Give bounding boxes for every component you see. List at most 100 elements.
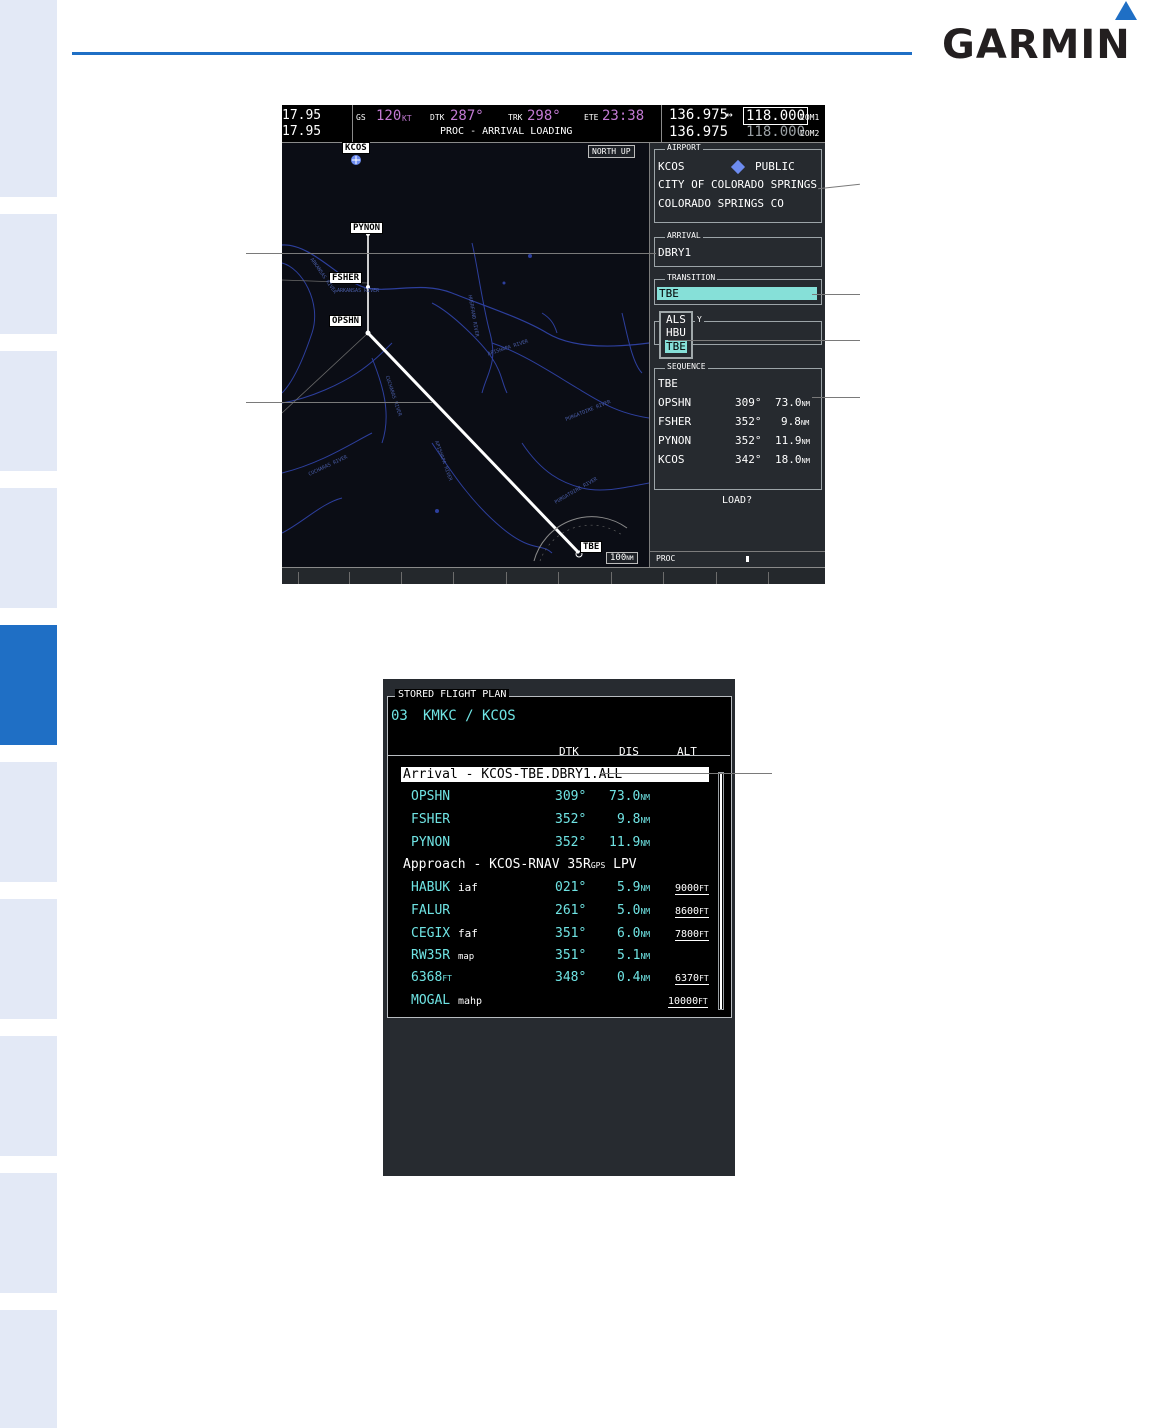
gs-unit: KT [402, 114, 412, 123]
range-unit: NM [626, 555, 634, 562]
fpl-arrival-wpt[interactable]: OPSHN [411, 789, 450, 804]
fpl-approach-wpt[interactable]: HABUK iaf [411, 880, 478, 895]
section-tab-2[interactable] [0, 214, 57, 334]
fpl-approach-dtk: 351° [555, 926, 587, 941]
fpl-approach-alt: 8600FT [675, 906, 709, 918]
arrival-header[interactable]: Arrival - KCOS-TBE.DBRY1.ALL [403, 767, 622, 782]
waypoint-tbe[interactable]: TBE [580, 541, 603, 553]
section-tab-10[interactable] [0, 1310, 57, 1428]
transition-option-tbe[interactable]: TBE [665, 340, 687, 353]
airport-location: COLORADO SPRINGS CO [658, 197, 784, 210]
seq-row-dis: 18.0NM [775, 453, 810, 466]
mfd-arrival-loading-screen: 17.95 17.95 GS 120 KT DTK 287° TRK 298° … [282, 105, 825, 584]
arrival-field[interactable]: DBRY1 [658, 246, 691, 259]
section-tab-5-active[interactable] [0, 625, 57, 745]
section-tab-8[interactable] [0, 1036, 57, 1156]
approach-header[interactable]: Approach - KCOS-RNAV 35RGPS LPV [403, 857, 637, 872]
fpl-approach-wpt[interactable]: FALUR [411, 903, 450, 918]
seq-row-dis: 11.9NM [775, 434, 810, 447]
seq-row-dis: 9.8NM [781, 415, 810, 428]
fpl-approach-wpt[interactable]: MOGAL mahp [411, 993, 482, 1008]
fpl-approach-wpt[interactable]: CEGIX faf [411, 926, 478, 941]
logo-triangle-icon [1115, 1, 1137, 20]
transition-selected[interactable]: TBE [657, 287, 817, 300]
fpl-approach-dis: 6.0NM [617, 926, 651, 941]
seq-row-dis: 73.0NM [775, 396, 810, 409]
section-tab-6[interactable] [0, 762, 57, 882]
map-range-indicator[interactable]: 100NM [606, 552, 638, 564]
seq-row-wpt: KCOS [658, 453, 685, 466]
trk-value: 298° [527, 108, 561, 124]
fpl-arrival-dis: 11.9NM [609, 835, 650, 850]
fpl-approach-dis: 5.9NM [617, 880, 651, 895]
section-tab-9[interactable] [0, 1173, 57, 1293]
plan-number: 03 [391, 708, 408, 724]
fpl-arrival-wpt[interactable]: FSHER [411, 812, 450, 827]
river-label: ARKANSAS RIVER [337, 288, 380, 294]
airport-icon [730, 159, 746, 175]
seq-row-wpt: OPSHN [658, 396, 692, 409]
north-up-button[interactable]: NORTH UP [588, 145, 635, 158]
dtk-label: DTK [430, 113, 445, 122]
sequence-group: SEQUENCE TBE OPSHN 309° 73.0NM FSHER 352… [654, 362, 822, 490]
navigation-map[interactable]: KCOS PYNON FSHER OPSHN TBE ARKANSAS RIVE… [282, 142, 649, 567]
fpl-arrival-dis: 9.8NM [617, 812, 651, 827]
fpl-scrollbar[interactable] [718, 772, 724, 1010]
plan-route: KMKC / KCOS [423, 708, 516, 724]
dtk-value: 287° [450, 108, 484, 124]
page-title: PROC - ARRIVAL LOADING [440, 126, 573, 137]
callout-line-transition-list [668, 340, 860, 341]
fpl-approach-alt: 9000FT [675, 883, 709, 895]
com1-standby[interactable]: 118.000 [743, 107, 809, 125]
fpl-approach-dtk: 351° [555, 948, 587, 963]
com2-active[interactable]: 136.975 [669, 124, 728, 140]
waypoint-fsher[interactable]: FSHER [329, 272, 363, 284]
nav1-frequency[interactable]: 17.95 [282, 108, 321, 123]
fpl-approach-dtk: 261° [555, 903, 587, 918]
section-tab-1[interactable] [0, 0, 57, 197]
transition-group: TRANSITION TBE [654, 273, 822, 305]
section-tab-4[interactable] [0, 488, 57, 608]
gs-value: 120 [376, 108, 402, 124]
arrival-group-title: ARRIVAL [665, 231, 703, 240]
arrival-group: ARRIVAL DBRY1 [654, 231, 822, 267]
seq-row-dtk: 352° [735, 434, 762, 447]
fpl-approach-dis: 5.1NM [617, 948, 651, 963]
waypoint-kcos[interactable]: KCOS [342, 142, 370, 154]
sequence-group-title: SEQUENCE [665, 362, 708, 371]
fpl-arrival-wpt[interactable]: PYNON [411, 835, 450, 850]
top-nav-bar: 17.95 17.95 GS 120 KT DTK 287° TRK 298° … [282, 105, 825, 143]
load-prompt[interactable]: LOAD? [722, 495, 752, 506]
seq-row-wpt: FSHER [658, 415, 692, 428]
section-tab-7[interactable] [0, 899, 57, 1019]
waypoint-pynon[interactable]: PYNON [350, 222, 384, 234]
waypoint-opshn[interactable]: OPSHN [329, 315, 363, 327]
transition-dropdown[interactable]: ALS HBU TBE [659, 311, 693, 359]
fpl-approach-dis: 0.4NM [617, 970, 651, 985]
garmin-logo: GARMIN [942, 1, 1142, 68]
com2-standby[interactable]: 118.000 [746, 124, 805, 140]
airport-group-title: AIRPORT [665, 143, 703, 152]
fpl-approach-dis: 5.0NM [617, 903, 651, 918]
swap-arrow-icon[interactable]: ↔ [726, 108, 733, 121]
section-tab-3[interactable] [0, 351, 57, 471]
nav2-frequency[interactable]: 17.95 [282, 124, 321, 139]
airport-id[interactable]: KCOS [658, 160, 685, 173]
cursor-indicator [746, 556, 749, 562]
com2-label: COM2 [800, 129, 820, 138]
airport-name: CITY OF COLORADO SPRINGS [658, 178, 817, 191]
scrollbar-thumb[interactable] [720, 773, 722, 1009]
range-value: 100 [610, 553, 627, 563]
partial-group-title: Y [695, 315, 704, 324]
transition-option-hbu[interactable]: HBU [666, 326, 686, 339]
fpl-arrival-dtk: 352° [555, 812, 587, 827]
fpl-approach-dtk: 021° [555, 880, 587, 895]
sequence-start: TBE [658, 377, 678, 390]
callout-line-route [246, 402, 432, 403]
ete-value: 23:38 [602, 108, 645, 124]
transition-option-als[interactable]: ALS [666, 313, 686, 326]
col-header-dis: DIS [619, 745, 639, 758]
fpl-approach-wpt[interactable]: 6368FT [411, 970, 452, 985]
fpl-approach-wpt[interactable]: RW35R map [411, 948, 474, 963]
com1-active[interactable]: 136.975 [669, 107, 728, 123]
